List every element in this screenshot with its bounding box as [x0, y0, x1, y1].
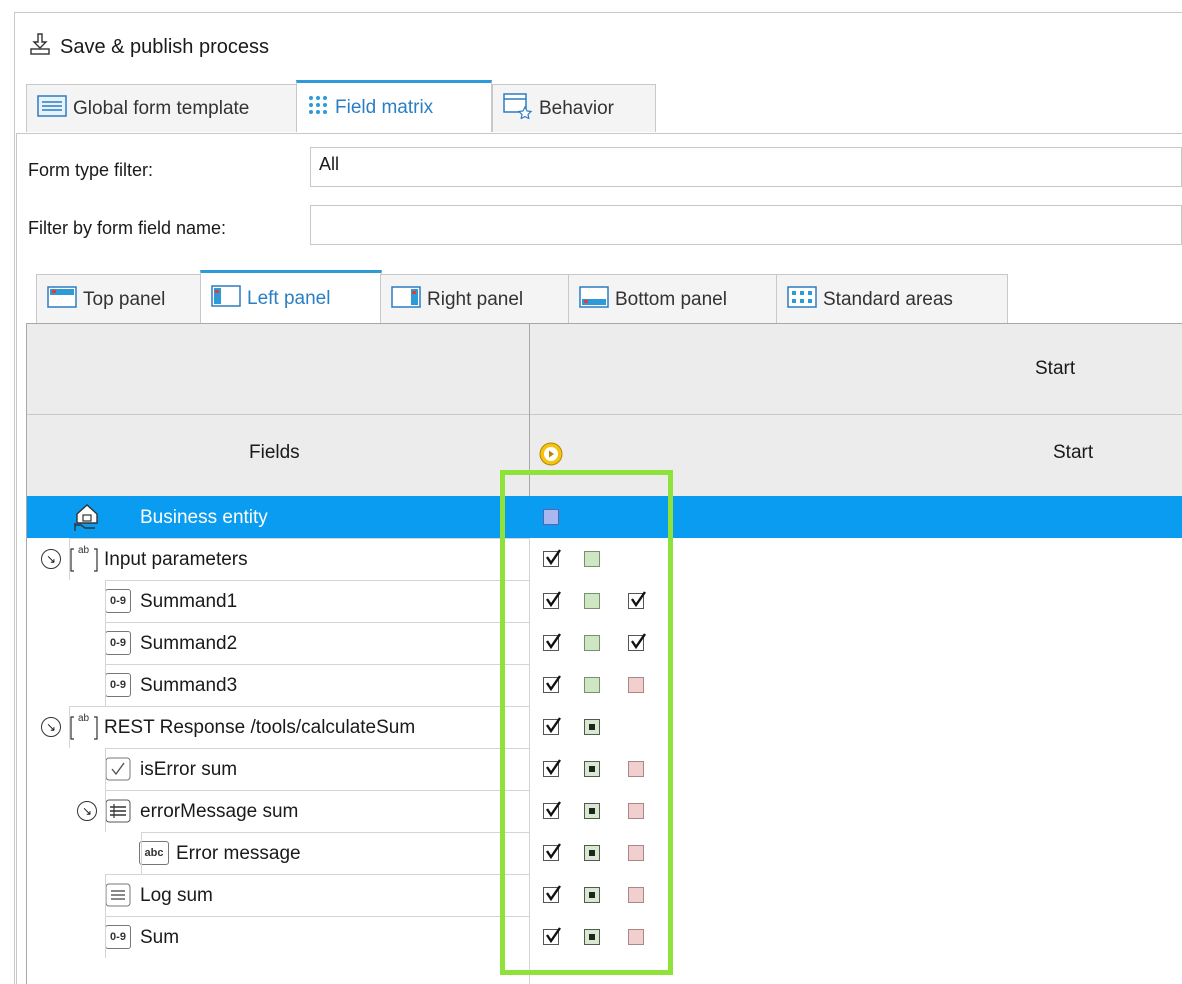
field-name-label: Input parameters	[104, 548, 248, 570]
field-name-cell: isError sum	[105, 748, 529, 790]
field-name-label: REST Response /tools/calculateSum	[104, 716, 416, 738]
stage-header-label: Start	[1035, 358, 1076, 379]
field-matrix-icon	[307, 94, 329, 122]
field-name-label: Error message	[176, 842, 301, 864]
tab-label: Field matrix	[335, 96, 434, 118]
field-name-label: Summand1	[140, 590, 238, 612]
tab-bottom-panel[interactable]: Bottom panel	[568, 274, 778, 324]
tab-global-form-template[interactable]: Global form template	[26, 84, 298, 132]
checkbox-column-highlight	[500, 470, 673, 975]
expand-toggle-icon[interactable]: ↘	[77, 801, 97, 821]
tab-label: Standard areas	[823, 288, 953, 310]
form-type-filter-select[interactable]: All	[310, 147, 1182, 187]
save-publish-icon[interactable]	[28, 32, 52, 62]
field-name-cell: errorMessage sum	[105, 790, 529, 832]
save-publish-button[interactable]: Save & publish process	[60, 36, 269, 59]
fields-header-label: Fields	[249, 442, 300, 463]
behavior-icon	[503, 92, 533, 125]
field-name-cell: Summand1	[105, 580, 529, 622]
tab-label: Bottom panel	[615, 288, 727, 310]
start-event-icon	[539, 442, 563, 471]
tab-label: Left panel	[247, 287, 331, 309]
tab-field-matrix[interactable]: Field matrix	[296, 80, 492, 132]
field-name-cell: Error message	[141, 832, 529, 874]
field-name-label: Business entity	[140, 506, 268, 528]
standard-areas-icon	[787, 285, 817, 314]
tab-label: Global form template	[73, 97, 250, 119]
field-name-label: Sum	[140, 926, 180, 948]
left-panel-icon	[211, 284, 241, 313]
field-name-label: Summand3	[140, 674, 238, 696]
field-name-label: Log sum	[140, 884, 213, 906]
field-name-label: errorMessage sum	[140, 800, 299, 822]
tab-label: Behavior	[539, 97, 614, 119]
top-panel-icon	[47, 285, 77, 314]
field-name-cell: Input parameters	[69, 538, 529, 580]
field-name-filter-label: Filter by form field name:	[28, 218, 227, 238]
expand-toggle-icon[interactable]: ↘	[41, 717, 61, 737]
form-type-filter-label: Form type filter:	[28, 160, 154, 180]
tab-right-panel[interactable]: Right panel	[380, 274, 570, 324]
bottom-panel-icon	[579, 285, 609, 314]
field-name-cell: REST Response /tools/calculateSum	[69, 706, 529, 748]
grid-header-stage	[27, 324, 1182, 414]
tab-standard-areas[interactable]: Standard areas	[776, 274, 1008, 324]
tab-left-panel[interactable]: Left panel	[200, 270, 382, 324]
field-name-cell: Summand3	[105, 664, 529, 706]
field-name-cell: Summand2	[105, 622, 529, 664]
form-template-icon	[37, 94, 67, 123]
right-panel-icon	[391, 285, 421, 314]
field-name-filter-input[interactable]	[310, 205, 1182, 245]
business-entity-icon	[71, 501, 103, 538]
field-name-cell: Log sum	[105, 874, 529, 916]
expand-toggle-icon[interactable]: ↘	[41, 549, 61, 569]
activity-header-label: Start	[1053, 442, 1094, 463]
tab-label: Right panel	[427, 288, 524, 310]
field-name-label: Summand2	[140, 632, 238, 654]
field-name-label: isError sum	[140, 758, 238, 780]
tab-behavior[interactable]: Behavior	[492, 84, 656, 132]
field-name-cell: Business entity	[105, 496, 529, 538]
toolbar: Save & publish process	[28, 32, 269, 62]
tab-top-panel[interactable]: Top panel	[36, 274, 202, 324]
tab-label: Top panel	[83, 288, 166, 310]
field-name-cell: Sum	[105, 916, 529, 958]
